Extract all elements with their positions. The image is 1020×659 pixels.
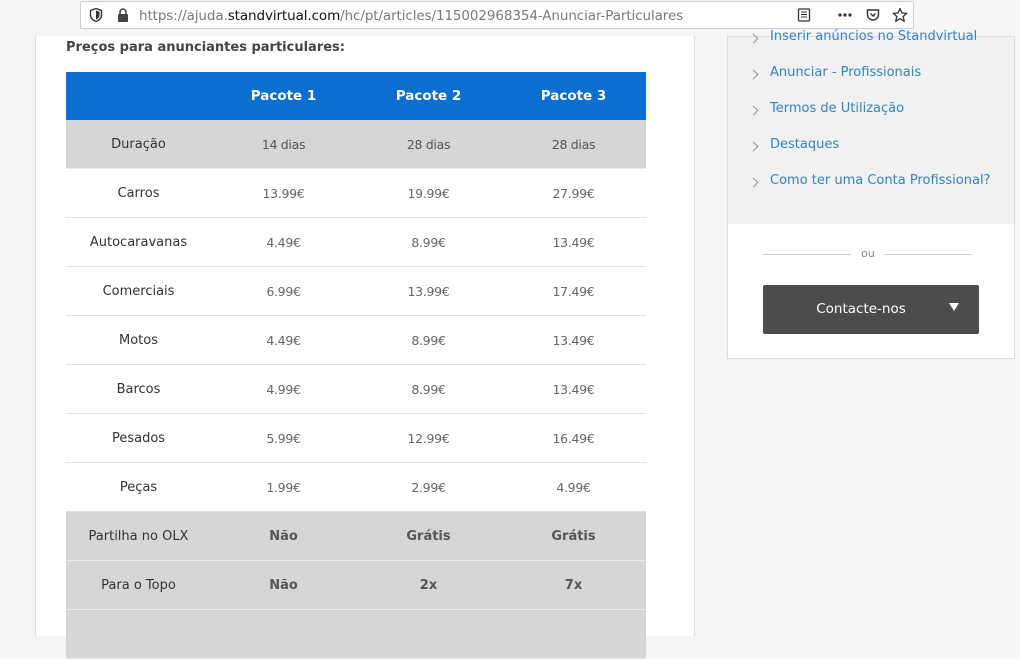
table-cell-yes: Grátis — [501, 511, 646, 561]
table-cell: 13.99€ — [356, 266, 501, 316]
table-cell: 6.99€ — [211, 266, 356, 316]
table-cell-yes: 7x — [501, 560, 646, 610]
header-pacote-1: Pacote 1 — [211, 72, 356, 120]
chevron-right-icon — [748, 105, 759, 116]
header-pacote-3: Pacote 3 — [501, 72, 646, 120]
divider — [884, 254, 972, 255]
sidebar-link-label[interactable]: Termos de Utilização — [770, 101, 904, 116]
table-cell: 4.49€ — [211, 217, 356, 267]
sidebar-link-label[interactable]: Como ter uma Conta Profissional? — [770, 173, 990, 188]
table-cell-no: Não — [211, 560, 356, 610]
pricing-table: Pacote 1 Pacote 2 Pacote 3 Duração 14 di… — [66, 72, 646, 659]
table-cell: 19.99€ — [356, 168, 501, 218]
table-row-pecas: Peças 1.99€ 2.99€ 4.99€ — [66, 462, 646, 512]
article-heading: Preços para anunciantes particulares: — [66, 40, 345, 55]
chevron-right-icon — [748, 141, 759, 152]
chevron-right-icon — [748, 69, 759, 80]
table-cell — [66, 609, 211, 659]
table-cell — [501, 609, 646, 659]
pocket-icon[interactable] — [865, 7, 881, 23]
table-cell: 17.49€ — [501, 266, 646, 316]
url-text[interactable]: https://ajuda.standvirtual.com/hc/pt/art… — [139, 8, 683, 24]
table-cell-yes: 2x — [356, 560, 501, 610]
table-row-duracao: Duração 14 dias 28 dias 28 dias — [66, 120, 646, 169]
header-cell-empty — [66, 72, 211, 120]
reader-view-icon[interactable] — [796, 7, 812, 23]
table-cell: 2.99€ — [356, 462, 501, 512]
row-label: Autocaravanas — [66, 217, 211, 267]
row-label: Pesados — [66, 413, 211, 463]
table-cell: 28 dias — [356, 120, 501, 169]
table-cell-yes: Grátis — [356, 511, 501, 561]
table-cell — [211, 609, 356, 659]
contact-button-label[interactable]: Contacte-nos — [763, 301, 959, 317]
table-row-partilha-olx: Partilha no OLX Não Grátis Grátis — [66, 511, 646, 561]
more-icon[interactable] — [837, 7, 853, 23]
table-row-partial — [66, 609, 646, 659]
table-cell: 13.49€ — [501, 315, 646, 365]
table-cell: 4.49€ — [211, 315, 356, 365]
row-label: Partilha no OLX — [66, 511, 211, 561]
table-cell: 27.99€ — [501, 168, 646, 218]
shield-icon[interactable] — [88, 7, 104, 23]
related-articles-list: Inserir anúncios no Standvirtual Anuncia… — [728, 29, 1014, 224]
table-cell: 8.99€ — [356, 315, 501, 365]
table-cell: 13.49€ — [501, 217, 646, 267]
row-label: Comerciais — [66, 266, 211, 316]
table-cell: 13.99€ — [211, 168, 356, 218]
divider — [763, 254, 851, 255]
table-cell — [356, 609, 501, 659]
header-pacote-2: Pacote 2 — [356, 72, 501, 120]
table-row-para-o-topo: Para o Topo Não 2x 7x — [66, 560, 646, 610]
table-cell: 5.99€ — [211, 413, 356, 463]
table-row-comerciais: Comerciais 6.99€ 13.99€ 17.49€ — [66, 266, 646, 316]
table-cell-no: Não — [211, 511, 356, 561]
sidebar-link-label[interactable]: Anunciar - Profissionais — [770, 65, 921, 80]
contact-button[interactable]: Contacte-nos — [763, 285, 979, 334]
row-label: Barcos — [66, 364, 211, 414]
table-row-motos: Motos 4.49€ 8.99€ 13.49€ — [66, 315, 646, 365]
sidebar: Inserir anúncios no Standvirtual Anuncia… — [727, 29, 1015, 359]
chevron-right-icon — [748, 33, 759, 44]
row-label: Para o Topo — [66, 560, 211, 610]
row-label: Carros — [66, 168, 211, 218]
table-cell: 8.99€ — [356, 364, 501, 414]
table-row-autocaravanas: Autocaravanas 4.49€ 8.99€ 13.49€ — [66, 217, 646, 267]
table-header-row: Pacote 1 Pacote 2 Pacote 3 — [66, 72, 646, 120]
table-row-barcos: Barcos 4.99€ 8.99€ 13.49€ — [66, 364, 646, 414]
row-label: Peças — [66, 462, 211, 512]
table-cell: 4.99€ — [501, 462, 646, 512]
chevron-right-icon — [748, 177, 759, 188]
address-bar[interactable]: https://ajuda.standvirtual.com/hc/pt/art… — [80, 1, 914, 29]
sidebar-link-label[interactable]: Inserir anúncios no Standvirtual — [770, 29, 977, 44]
table-cell: 8.99€ — [356, 217, 501, 267]
lock-icon[interactable] — [115, 7, 131, 23]
table-row-carros: Carros 13.99€ 19.99€ 27.99€ — [66, 168, 646, 218]
divider-text: ou — [861, 247, 875, 260]
table-row-pesados: Pesados 5.99€ 12.99€ 16.49€ — [66, 413, 646, 463]
table-cell: 13.49€ — [501, 364, 646, 414]
table-cell: 16.49€ — [501, 413, 646, 463]
sidebar-link-label[interactable]: Destaques — [770, 137, 839, 152]
table-cell: 1.99€ — [211, 462, 356, 512]
table-cell: 4.99€ — [211, 364, 356, 414]
table-cell: 28 dias — [501, 120, 646, 169]
row-label: Motos — [66, 315, 211, 365]
table-cell: 12.99€ — [356, 413, 501, 463]
caret-down-icon[interactable] — [949, 303, 959, 311]
row-label: Duração — [66, 120, 211, 169]
table-cell: 14 dias — [211, 120, 356, 169]
bookmark-star-icon[interactable] — [892, 7, 908, 23]
